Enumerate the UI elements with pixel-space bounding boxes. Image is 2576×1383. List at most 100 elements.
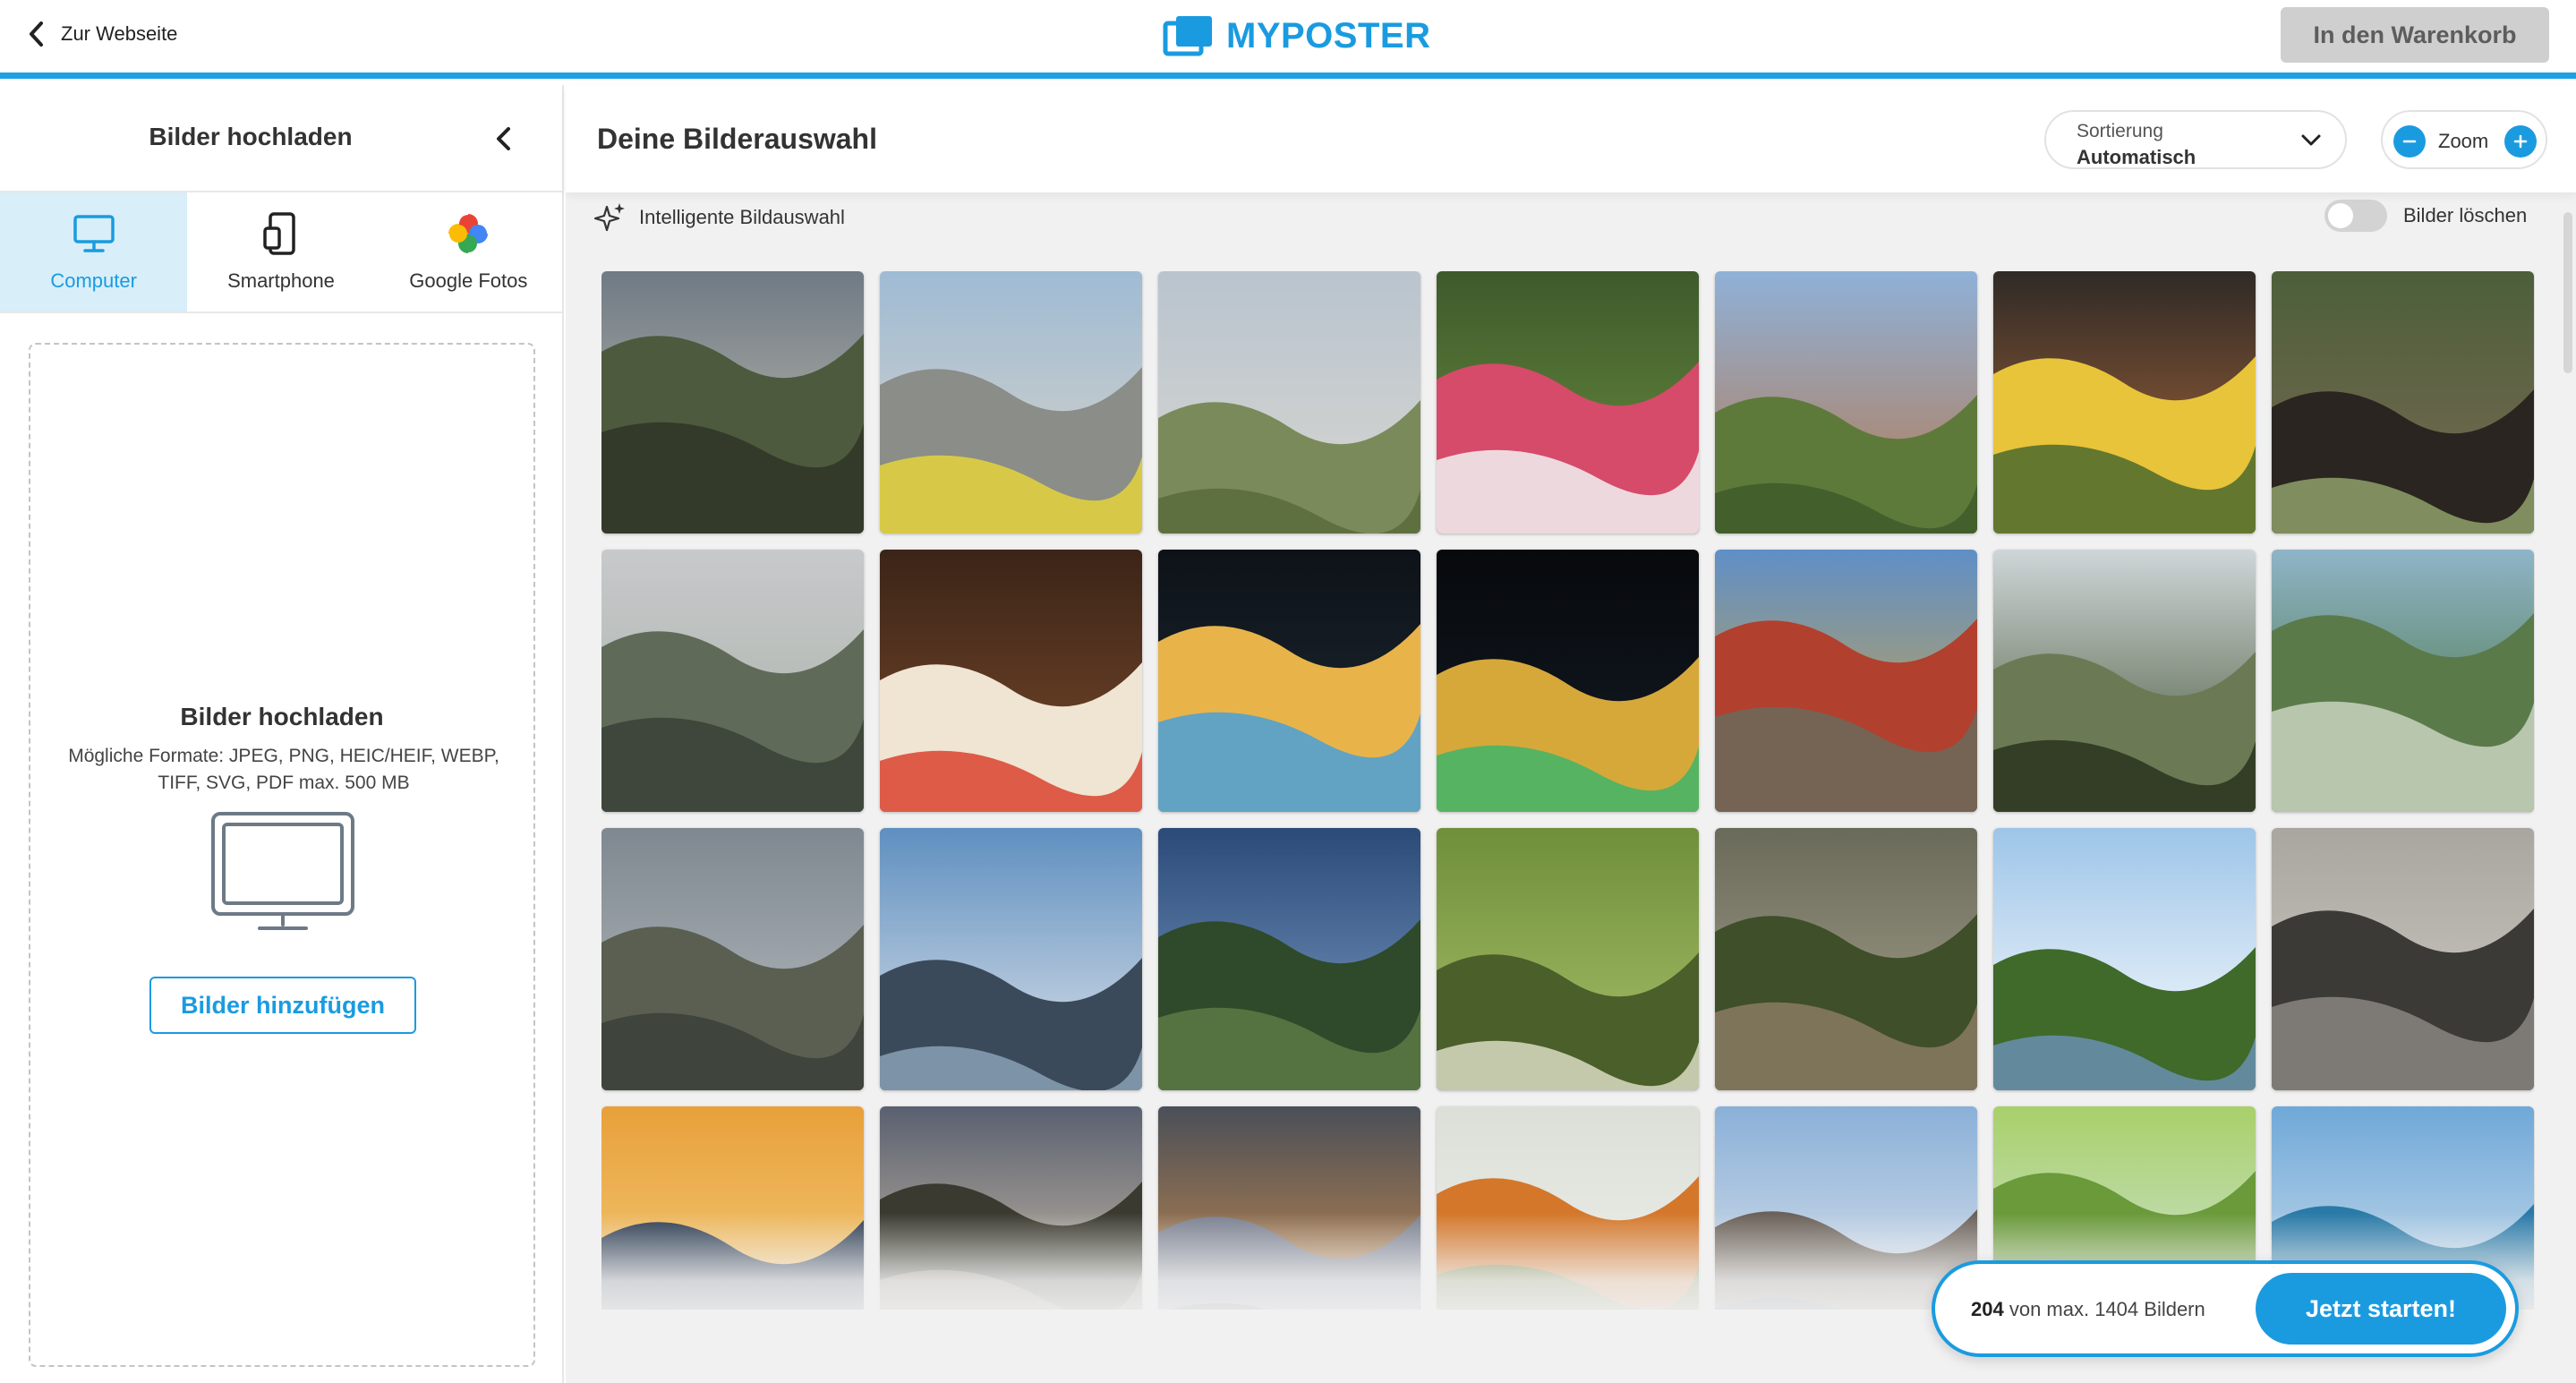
selection-counter: 204 von max. 1404 Bildern Jetzt starten! [1932, 1260, 2519, 1357]
upload-source-tabs: Computer Smartphone Google Fotos [0, 192, 562, 313]
photo-thumbnail[interactable] [1158, 550, 1420, 812]
tab-computer-label: Computer [50, 269, 137, 292]
photo-image [1993, 550, 2256, 812]
scrollbar[interactable] [2563, 212, 2572, 373]
photo-thumbnail[interactable] [880, 828, 1142, 1090]
minus-icon [2402, 140, 2417, 143]
photo-image [880, 550, 1142, 812]
photo-thumbnail[interactable] [1437, 550, 1699, 812]
photo-thumbnail[interactable] [601, 550, 864, 812]
image-count-max: von max. 1404 Bildern [2009, 1298, 2205, 1320]
upload-panel: Bilder hochladen Computer Smartphone Goo… [0, 85, 564, 1383]
photo-thumbnail[interactable] [1993, 550, 2256, 812]
photo-thumbnail[interactable] [880, 1106, 1142, 1310]
photo-image [1158, 550, 1420, 812]
photo-thumbnail[interactable] [1437, 828, 1699, 1090]
logo-icon [1163, 16, 1212, 56]
zoom-out-button[interactable] [2393, 125, 2426, 158]
photo-image [880, 828, 1142, 1090]
photo-thumbnail[interactable] [601, 271, 864, 534]
photo-image [1437, 271, 1699, 534]
page-title: Deine Bilderauswahl [597, 123, 877, 155]
chevron-down-icon [2301, 134, 2321, 146]
back-link-label: Zur Webseite [61, 22, 178, 45]
photo-image [601, 828, 864, 1090]
photo-thumbnail[interactable] [1437, 271, 1699, 534]
photo-thumbnail[interactable] [601, 1106, 864, 1310]
sort-dropdown[interactable]: Sortierung Automatisch [2044, 110, 2347, 169]
delete-images-label: Bilder löschen [2403, 204, 2528, 226]
photo-image [1715, 550, 1977, 812]
photo-image [1715, 1106, 1977, 1310]
start-button[interactable]: Jetzt starten! [2256, 1273, 2506, 1345]
photo-thumbnail[interactable] [2272, 550, 2534, 812]
add-to-cart-button[interactable]: In den Warenkorb [2281, 7, 2549, 63]
photo-image [1158, 1106, 1420, 1310]
smart-selection-label: Intelligente Bildauswahl [639, 206, 845, 228]
photo-thumbnail[interactable] [2272, 271, 2534, 534]
photo-thumbnail[interactable] [1437, 1106, 1699, 1310]
google-photos-icon [448, 214, 489, 253]
delete-images-toggle[interactable] [2324, 200, 2387, 232]
photo-thumbnail[interactable] [880, 550, 1142, 812]
tab-computer[interactable]: Computer [0, 192, 188, 312]
photo-grid [601, 271, 2535, 1310]
photo-image [2272, 550, 2534, 812]
photo-thumbnail[interactable] [1158, 828, 1420, 1090]
sparkle-icon [594, 203, 625, 232]
tab-google-photos[interactable]: Google Fotos [375, 192, 562, 312]
photo-thumbnail[interactable] [1715, 550, 1977, 812]
photo-image [1437, 828, 1699, 1090]
top-bar: Zur Webseite MYPOSTER In den Warenkorb [0, 0, 2576, 79]
photo-thumbnail[interactable] [880, 271, 1142, 534]
photo-image [2272, 271, 2534, 534]
smartphone-icon [263, 212, 295, 255]
image-count: 204 [1971, 1298, 2004, 1320]
photo-thumbnail[interactable] [601, 828, 864, 1090]
myposter-logo[interactable]: MYPOSTER [1162, 11, 1430, 61]
photo-image [601, 1106, 864, 1310]
logo-text: MYPOSTER [1226, 15, 1431, 55]
tab-google-photos-label: Google Fotos [409, 269, 528, 292]
photo-image [1993, 828, 2256, 1090]
zoom-label: Zoom [2438, 130, 2489, 152]
dropzone-formats: Mögliche Formate: JPEG, PNG, HEIC/HEIF, … [68, 746, 499, 793]
upload-panel-header: Bilder hochladen [0, 85, 562, 192]
photo-thumbnail[interactable] [1993, 271, 2256, 534]
smart-selection-button[interactable]: Intelligente Bildauswahl [594, 201, 845, 234]
photo-image [601, 271, 864, 534]
photo-thumbnail[interactable] [1993, 828, 2256, 1090]
photo-image [1437, 1106, 1699, 1310]
photo-image [1993, 271, 2256, 534]
zoom-control: Zoom [2381, 110, 2547, 169]
photo-image [1715, 271, 1977, 534]
delete-images-control: Bilder löschen [2324, 200, 2527, 232]
photo-thumbnail[interactable] [1715, 828, 1977, 1090]
photo-thumbnail[interactable] [1715, 271, 1977, 534]
zoom-in-button[interactable] [2504, 125, 2537, 158]
photo-image [880, 1106, 1142, 1310]
photo-image [2272, 828, 2534, 1090]
dropzone-title: Bilder hochladen [180, 703, 384, 730]
counter-text: 204 von max. 1404 Bildern [1971, 1298, 2205, 1321]
tab-smartphone[interactable]: Smartphone [187, 192, 374, 312]
photo-image [880, 271, 1142, 534]
selection-header: Deine Bilderauswahl Sortierung Automatis… [566, 85, 2576, 192]
computer-monitor-icon [211, 812, 354, 930]
upload-dropzone[interactable]: Bilder hochladen Mögliche Formate: JPEG,… [29, 343, 535, 1367]
photo-image [1715, 828, 1977, 1090]
plus-icon [2513, 134, 2528, 149]
chevron-left-icon [30, 21, 43, 47]
back-to-website-link[interactable]: Zur Webseite [27, 16, 177, 52]
sort-value: Automatisch [2077, 146, 2196, 168]
photo-image [601, 550, 864, 812]
monitor-icon [73, 215, 115, 252]
photo-thumbnail[interactable] [1715, 1106, 1977, 1310]
photo-thumbnail[interactable] [1158, 271, 1420, 534]
photo-image [1158, 828, 1420, 1090]
image-selection-area: Deine Bilderauswahl Sortierung Automatis… [566, 85, 2576, 1383]
add-images-button[interactable]: Bilder hinzufügen [149, 977, 416, 1034]
photo-thumbnail[interactable] [1158, 1106, 1420, 1310]
collapse-panel-icon[interactable] [490, 123, 517, 155]
photo-thumbnail[interactable] [2272, 828, 2534, 1090]
